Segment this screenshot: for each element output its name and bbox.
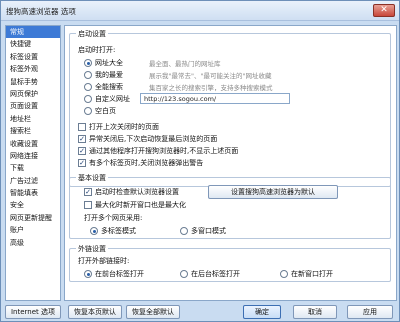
open-new-window-radio[interactable]: 在新窗口打开 xyxy=(280,269,333,279)
basic-group-label: 基本设置 xyxy=(76,173,108,183)
sidebar-item-address-bar[interactable]: 地址栏 xyxy=(6,113,60,125)
startup-option-favorites-label: 我的最爱 xyxy=(95,71,123,79)
options-content: 启动设置 启动时打开: 网址大全 最全面、最热门的网址库 我的最爱 展示我"最常… xyxy=(64,25,397,301)
startup-option-nav-label: 网址大全 xyxy=(95,59,123,67)
startup-option-search-hint: 集百家之长的搜索引擎，支持多种搜索模式 xyxy=(149,84,273,92)
startup-option-custom-url[interactable]: 自定义网址 xyxy=(84,94,130,104)
sidebar-item-tab-settings[interactable]: 标签设置 xyxy=(6,51,60,63)
maximize-new-window-label: 最大化时新开窗口也是最大化 xyxy=(95,201,186,209)
radio-icon xyxy=(84,270,92,278)
radio-icon xyxy=(84,59,92,67)
radio-icon xyxy=(84,71,92,79)
sidebar-item-favorites[interactable]: 收藏设置 xyxy=(6,138,60,150)
set-default-browser-button[interactable]: 设置搜狗高速浏览器为默认 xyxy=(208,185,338,199)
multi-tab-mode-label: 多标签模式 xyxy=(101,227,136,235)
open-foreground-tab-label: 在前台标签打开 xyxy=(95,270,144,278)
multi-window-mode-label: 多窗口模式 xyxy=(191,227,226,235)
multi-page-label: 打开多个网页采用: xyxy=(84,214,143,222)
sidebar-item-security[interactable]: 安全 xyxy=(6,199,60,211)
warn-multi-tab-label: 有多个标签页时,关闭浏览器弹出警告 xyxy=(89,159,204,167)
open-background-tab-label: 在后台标签打开 xyxy=(191,270,240,278)
startup-group-label: 启动设置 xyxy=(76,29,108,39)
basic-group: 基本设置 ✓ 启动时检查默认浏览器设置 设置搜狗高速浏览器为默认 最大化时新开窗… xyxy=(69,173,391,239)
radio-icon xyxy=(180,227,188,235)
sidebar-item-page-protection[interactable]: 网页保护 xyxy=(6,88,60,100)
checkmark-icon: ✓ xyxy=(78,147,86,155)
radio-icon xyxy=(84,95,92,103)
startup-option-custom-url-label: 自定义网址 xyxy=(95,95,130,103)
radio-icon xyxy=(280,270,288,278)
sidebar-item-page-settings[interactable]: 页面设置 xyxy=(6,100,60,112)
startup-option-nav[interactable]: 网址大全 最全面、最热门的网址库 xyxy=(84,58,221,68)
sidebar-item-update-alerts[interactable]: 网页更新提醒 xyxy=(6,212,60,224)
custom-url-input[interactable] xyxy=(140,93,290,104)
sidebar-item-general[interactable]: 常规 xyxy=(6,26,60,39)
restore-all-default-button[interactable]: 恢复全部默认 xyxy=(126,305,180,319)
title-bar[interactable]: 搜狗高速浏览器 选项 ✕ xyxy=(1,1,399,21)
open-external-label: 打开外部链接时: xyxy=(78,257,130,265)
startup-option-search[interactable]: 全能搜索 集百家之长的搜索引擎，支持多种搜索模式 xyxy=(84,82,273,92)
radio-icon xyxy=(84,83,92,91)
checkmark-icon: ✓ xyxy=(78,135,86,143)
hide-pages-external-label: 通过其他程序打开搜狗浏览器时,不显示上述页面 xyxy=(89,147,239,155)
sidebar-item-search-bar[interactable]: 搜索栏 xyxy=(6,125,60,137)
radio-icon xyxy=(84,107,92,115)
sidebar-item-network[interactable]: 网络连接 xyxy=(6,150,60,162)
startup-option-search-label: 全能搜索 xyxy=(95,83,123,91)
open-new-window-label: 在新窗口打开 xyxy=(291,270,333,278)
close-button[interactable]: ✕ xyxy=(373,4,395,17)
restore-page-default-button[interactable]: 恢复本页默认 xyxy=(68,305,122,319)
checkmark-icon: ✓ xyxy=(78,159,86,167)
maximize-new-window-check[interactable]: 最大化时新开窗口也是最大化 xyxy=(84,200,186,210)
ok-button[interactable]: 确定 xyxy=(243,305,281,319)
cancel-button[interactable]: 取消 xyxy=(293,305,337,319)
sidebar-item-ad-filter[interactable]: 广告过滤 xyxy=(6,175,60,187)
startup-group: 启动设置 启动时打开: 网址大全 最全面、最热门的网址库 我的最爱 展示我"最常… xyxy=(69,29,391,187)
check-default-browser-label: 启动时检查默认浏览器设置 xyxy=(95,188,179,196)
hide-pages-external-check[interactable]: ✓ 通过其他程序打开搜狗浏览器时,不显示上述页面 xyxy=(78,146,238,156)
checkmark-icon: ✓ xyxy=(84,188,92,196)
startup-option-favorites-hint: 展示我"最常去"、"最可能关注的"网址收藏 xyxy=(149,72,272,80)
open-background-tab-radio[interactable]: 在后台标签打开 xyxy=(180,269,240,279)
window-title: 搜狗高速浏览器 选项 xyxy=(6,7,76,16)
sidebar-item-tab-appearance[interactable]: 标签外观 xyxy=(6,63,60,75)
sidebar-item-shortcuts[interactable]: 快捷键 xyxy=(6,38,60,50)
external-group: 外链设置 打开外部链接时: 在前台标签打开 在后台标签打开 在新窗口打开 xyxy=(69,244,391,282)
startup-option-nav-hint: 最全面、最热门的网址库 xyxy=(149,60,221,68)
checkbox-icon xyxy=(84,201,92,209)
close-icon: ✕ xyxy=(380,5,388,15)
startup-option-favorites[interactable]: 我的最爱 展示我"最常去"、"最可能关注的"网址收藏 xyxy=(84,70,271,80)
on-start-label: 启动时打开: xyxy=(78,46,116,54)
external-group-label: 外链设置 xyxy=(76,244,108,254)
startup-option-blank[interactable]: 空白页 xyxy=(84,106,116,116)
warn-multi-tab-check[interactable]: ✓ 有多个标签页时,关闭浏览器弹出警告 xyxy=(78,158,203,168)
open-foreground-tab-radio[interactable]: 在前台标签打开 xyxy=(84,269,144,279)
footer-bar: Internet 选项 恢复本页默认 恢复全部默认 确定 取消 应用 xyxy=(1,303,399,322)
multi-window-mode-radio[interactable]: 多窗口模式 xyxy=(180,226,226,236)
sidebar-item-advanced[interactable]: 高级 xyxy=(6,237,60,249)
radio-icon xyxy=(180,270,188,278)
apply-button[interactable]: 应用 xyxy=(347,305,393,319)
options-window: 搜狗高速浏览器 选项 ✕ 常规 快捷键 标签设置 标签外观 鼠标手势 网页保护 … xyxy=(0,0,400,322)
sidebar-item-account[interactable]: 账户 xyxy=(6,224,60,236)
sidebar-item-autofill[interactable]: 智能填表 xyxy=(6,187,60,199)
multi-tab-mode-radio[interactable]: 多标签模式 xyxy=(90,226,136,236)
check-default-browser-check[interactable]: ✓ 启动时检查默认浏览器设置 xyxy=(84,187,179,197)
sidebar-item-download[interactable]: 下载 xyxy=(6,162,60,174)
reopen-last-label: 打开上次关闭时的页面 xyxy=(89,123,159,131)
options-sidebar: 常规 快捷键 标签设置 标签外观 鼠标手势 网页保护 页面设置 地址栏 搜索栏 … xyxy=(5,25,61,301)
checkbox-icon xyxy=(78,123,86,131)
reopen-last-check[interactable]: 打开上次关闭时的页面 xyxy=(78,122,159,132)
restore-crash-label: 异常关闭后,下次启动恢复最后浏览的页面 xyxy=(89,135,218,143)
internet-options-button[interactable]: Internet 选项 xyxy=(5,305,61,319)
startup-option-blank-label: 空白页 xyxy=(95,107,116,115)
restore-crash-check[interactable]: ✓ 异常关闭后,下次启动恢复最后浏览的页面 xyxy=(78,134,217,144)
sidebar-item-mouse-gestures[interactable]: 鼠标手势 xyxy=(6,76,60,88)
radio-icon xyxy=(90,227,98,235)
